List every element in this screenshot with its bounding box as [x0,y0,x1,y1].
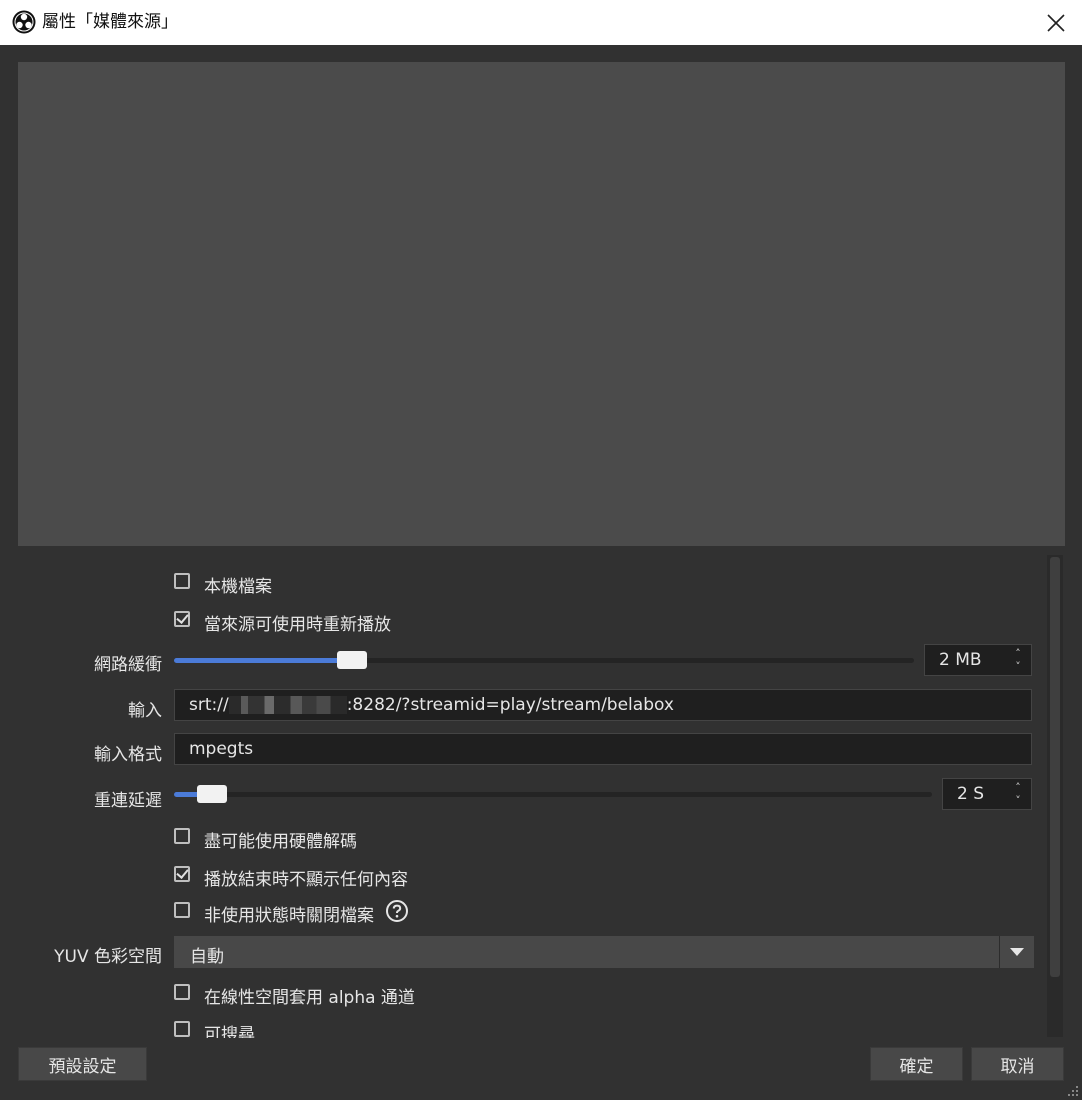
spin-down-icon[interactable]: ˅ [1011,794,1025,807]
yuv-dropdown-button[interactable] [999,936,1034,968]
ok-button[interactable]: 確定 [870,1047,963,1081]
reconnect-delay-row: 重連延遲 2 S ˄ ˅ [18,778,1048,812]
local-file-label: 本機檔案 [204,577,272,597]
input-url-value: srt://:8282/?streamid=play/stream/belabo… [189,695,674,715]
hw-decode-row: 盡可能使用硬體解碼 [18,827,1048,852]
hw-decode-checkbox[interactable] [174,828,190,844]
chevron-down-icon [1010,948,1024,956]
restart-row: 當來源可使用時重新播放 [18,610,1048,635]
close-inactive-checkbox[interactable] [174,902,190,918]
network-buffer-slider-fill [174,658,352,663]
close-button[interactable] [1030,0,1082,45]
alpha-row: 在線性空間套用 alpha 通道 [18,983,1048,1008]
input-format-value: mpegts [189,739,254,759]
close-icon [1047,13,1065,32]
help-icon[interactable] [385,899,409,923]
network-buffer-row: 網路緩衝 2 MB ˄ ˅ [18,644,1048,678]
spin-down-icon[interactable]: ˅ [1011,660,1025,673]
reconnect-delay-slider[interactable] [174,785,932,803]
yuv-row: YUV 色彩空間 自動 [18,936,1048,968]
network-buffer-slider-handle[interactable] [337,651,367,669]
window-title: 屬性「媒體來源」 [42,12,178,32]
properties-scrollbar[interactable] [1047,555,1063,1037]
yuv-select[interactable]: 自動 [174,936,1034,968]
spin-arrows[interactable]: ˄ ˅ [1011,647,1025,673]
input-url-field[interactable]: srt://:8282/?streamid=play/stream/belabo… [174,689,1032,721]
alpha-label: 在線性空間套用 alpha 通道 [204,988,415,1008]
show-nothing-row: 播放結束時不顯示任何內容 [18,865,1048,890]
properties-panel: 本機檔案 當來源可使用時重新播放 網路緩衝 2 MB ˄ ˅ 輸入 srt://… [18,552,1048,1038]
close-inactive-label: 非使用狀態時關閉檔案 [204,906,374,926]
network-buffer-value: 2 MB [939,650,982,670]
properties-window: 屬性「媒體來源」 本機檔案 當來源可使用時重新播放 網路緩衝 2 MB ˄ ˅ … [0,0,1082,1100]
yuv-selected-value: 自動 [190,947,224,967]
reconnect-delay-value: 2 S [957,784,985,804]
spin-up-icon[interactable]: ˄ [1011,647,1025,660]
restart-checkbox[interactable] [174,611,190,627]
spin-up-icon[interactable]: ˄ [1011,781,1025,794]
reconnect-delay-slider-handle[interactable] [197,785,227,803]
spin-arrows[interactable]: ˄ ˅ [1011,781,1025,807]
input-row: 輸入 srt://:8282/?streamid=play/stream/bel… [18,689,1048,723]
hw-decode-label: 盡可能使用硬體解碼 [204,832,357,852]
resize-grip-icon[interactable] [1068,1086,1078,1096]
network-buffer-slider[interactable] [174,651,914,669]
obs-logo-icon [12,10,36,34]
title-bar: 屬性「媒體來源」 [0,0,1082,45]
source-preview [18,62,1065,546]
input-label: 輸入 [128,701,162,721]
input-format-label: 輸入格式 [94,745,162,765]
input-format-field[interactable]: mpegts [174,733,1032,765]
yuv-label: YUV 色彩空間 [54,947,162,967]
show-nothing-label: 播放結束時不顯示任何內容 [204,870,408,890]
reconnect-delay-spinbox[interactable]: 2 S ˄ ˅ [942,778,1032,810]
scrollbar-thumb[interactable] [1050,557,1060,977]
show-nothing-checkbox[interactable] [174,866,190,882]
seekable-row: 可搜尋 [18,1020,1048,1038]
input-format-row: 輸入格式 mpegts [18,733,1048,767]
close-inactive-row: 非使用狀態時關閉檔案 [18,899,1048,926]
local-file-checkbox[interactable] [174,573,190,589]
seekable-label: 可搜尋 [204,1025,255,1038]
seekable-checkbox[interactable] [174,1021,190,1037]
defaults-button[interactable]: 預設設定 [18,1047,147,1081]
alpha-checkbox[interactable] [174,984,190,1000]
cancel-button[interactable]: 取消 [971,1047,1064,1081]
network-buffer-spinbox[interactable]: 2 MB ˄ ˅ [924,644,1032,676]
reconnect-delay-label: 重連延遲 [94,791,162,811]
restart-label: 當來源可使用時重新播放 [204,615,391,635]
redacted-address [228,696,347,714]
network-buffer-label: 網路緩衝 [94,655,162,675]
local-file-row: 本機檔案 [18,572,1048,597]
